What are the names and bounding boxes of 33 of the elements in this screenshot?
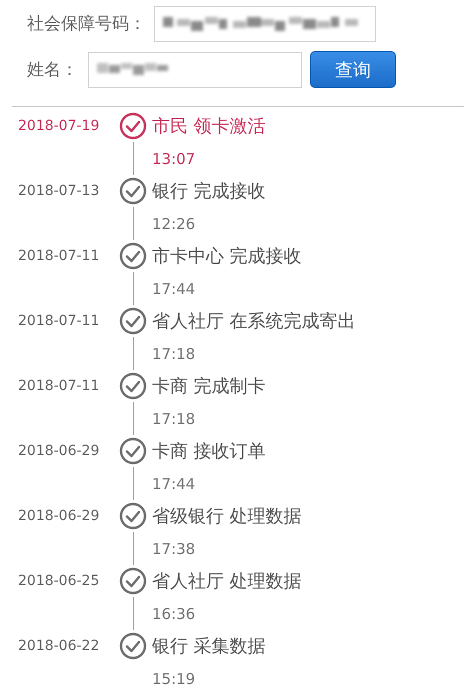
event-title: 省人社厅 处理数据 xyxy=(151,570,303,593)
name-field[interactable] xyxy=(88,52,302,88)
event-date: 2018-07-13 xyxy=(17,183,100,199)
event-date: 2018-07-11 xyxy=(17,248,100,264)
event-title: 市民 领卡激活 xyxy=(151,115,267,138)
event-date: 2018-06-22 xyxy=(17,638,100,654)
event-date: 2018-06-25 xyxy=(17,573,100,589)
id-number-label: 社会保障号码： xyxy=(27,13,146,35)
event-title: 银行 完成接收 xyxy=(151,180,267,203)
event-time: 15:19 xyxy=(151,670,196,688)
event-date: 2018-06-29 xyxy=(17,443,100,459)
event-date: 2018-07-11 xyxy=(17,313,100,329)
event-time: 17:44 xyxy=(151,280,196,298)
event-date: 2018-07-11 xyxy=(17,378,100,394)
event-time: 17:38 xyxy=(151,540,196,558)
name-label: 姓名： xyxy=(27,59,78,81)
event-title: 省级银行 处理数据 xyxy=(151,505,303,528)
search-button[interactable]: 查询 xyxy=(310,51,396,88)
event-time: 12:26 xyxy=(151,214,196,232)
event-time: 16:36 xyxy=(151,604,196,622)
id-number-field[interactable] xyxy=(154,6,376,42)
event-title: 省人社厅 在系统完成寄出 xyxy=(151,310,357,333)
event-time: 17:44 xyxy=(151,474,196,492)
event-date: 2018-07-19 xyxy=(17,118,100,134)
event-title: 银行 采集数据 xyxy=(151,635,267,658)
event-time: 13:07 xyxy=(151,150,196,168)
event-time: 17:18 xyxy=(151,410,196,428)
event-title: 卡商 接收订单 xyxy=(151,440,267,463)
event-date: 2018-06-29 xyxy=(17,508,100,524)
event-title: 卡商 完成制卡 xyxy=(151,375,267,398)
redacted-value-icon xyxy=(97,62,169,76)
event-time: 17:18 xyxy=(151,344,196,362)
event-title: 市卡中心 完成接收 xyxy=(151,245,303,268)
